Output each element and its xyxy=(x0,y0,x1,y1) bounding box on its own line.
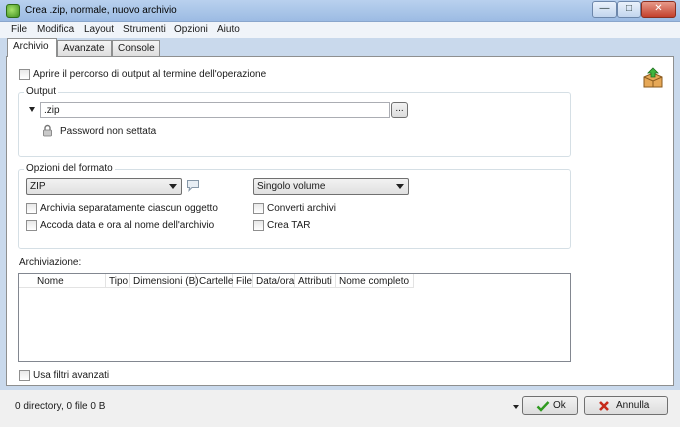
tab-archivio[interactable]: Archivio xyxy=(7,38,57,57)
column-header-attributi[interactable]: Attributi xyxy=(295,274,336,288)
output-path-input[interactable]: .zip xyxy=(40,102,390,118)
create-tar-checkbox[interactable] xyxy=(253,220,264,231)
app-icon xyxy=(6,4,20,18)
check-icon xyxy=(536,400,550,412)
column-header-dimensioni[interactable]: Dimensioni (B) xyxy=(130,274,199,288)
list-header: Nome Tipo Dimensioni (B) Cartelle File D… xyxy=(19,274,414,288)
menu-bar: File Modifica Layout Strumenti Opzioni A… xyxy=(0,22,680,38)
open-output-checkbox[interactable] xyxy=(19,69,30,80)
browse-button[interactable]: ... xyxy=(391,102,408,118)
column-header-nome[interactable]: Nome xyxy=(19,274,106,288)
format-options-legend: Opzioni del formato xyxy=(24,163,115,174)
archive-list[interactable]: Nome Tipo Dimensioni (B) Cartelle File D… xyxy=(18,273,571,362)
column-header-file[interactable]: File xyxy=(233,274,253,288)
menu-file[interactable]: File xyxy=(11,24,27,35)
window-title: Crea .zip, normale, nuovo archivio xyxy=(25,5,177,16)
output-legend: Output xyxy=(24,86,59,97)
open-output-label: Aprire il percorso di output al termine … xyxy=(33,69,267,80)
status-summary: 0 directory, 0 file 0 B xyxy=(15,401,106,412)
volume-select[interactable]: Singolo volume xyxy=(253,178,409,195)
chevron-down-icon xyxy=(169,184,177,189)
advanced-filters-label: Usa filtri avanzati xyxy=(33,370,110,381)
output-history-dropdown-icon[interactable] xyxy=(29,107,35,112)
ok-options-dropdown-icon[interactable] xyxy=(513,405,519,409)
close-button[interactable]: ✕ xyxy=(641,1,676,18)
cancel-button[interactable]: Annulla xyxy=(584,396,668,415)
add-archive-icon[interactable] xyxy=(641,67,665,91)
column-header-nome-completo[interactable]: Nome completo xyxy=(336,274,414,288)
column-header-data-ora[interactable]: Data/ora xyxy=(253,274,295,288)
comment-icon[interactable] xyxy=(186,179,200,192)
create-tar-label: Crea TAR xyxy=(267,220,311,231)
column-header-cartelle[interactable]: Cartelle xyxy=(196,274,233,288)
close-icon xyxy=(598,400,610,412)
convert-archives-label: Converti archivi xyxy=(267,203,336,214)
convert-archives-checkbox[interactable] xyxy=(253,203,264,214)
minimize-button[interactable]: — xyxy=(592,1,617,18)
menu-modifica[interactable]: Modifica xyxy=(37,24,74,35)
ok-button-label: Ok xyxy=(553,400,566,411)
tab-console[interactable]: Console xyxy=(112,40,160,56)
title-bar: Crea .zip, normale, nuovo archivio — □ ✕ xyxy=(0,0,680,22)
password-status: Password non settata xyxy=(60,126,157,137)
menu-opzioni[interactable]: Opzioni xyxy=(174,24,208,35)
tab-avanzate[interactable]: Avanzate xyxy=(57,40,112,56)
archive-separately-label: Archivia separatamente ciascun oggetto xyxy=(40,203,218,214)
status-bar: 0 directory, 0 file 0 B Ok Annulla xyxy=(0,390,680,427)
format-select-value: ZIP xyxy=(30,181,46,192)
menu-layout[interactable]: Layout xyxy=(84,24,114,35)
cancel-button-label: Annulla xyxy=(616,400,650,411)
format-select[interactable]: ZIP xyxy=(26,178,182,195)
append-date-checkbox[interactable] xyxy=(26,220,37,231)
chevron-down-icon xyxy=(396,184,404,189)
maximize-button[interactable]: □ xyxy=(617,1,641,18)
menu-aiuto[interactable]: Aiuto xyxy=(217,24,240,35)
lock-icon xyxy=(42,124,53,137)
ok-button[interactable]: Ok xyxy=(522,396,578,415)
archive-list-label: Archiviazione: xyxy=(19,257,82,268)
menu-strumenti[interactable]: Strumenti xyxy=(123,24,166,35)
advanced-filters-checkbox[interactable] xyxy=(19,370,30,381)
archive-separately-checkbox[interactable] xyxy=(26,203,37,214)
append-date-label: Accoda data e ora al nome dell'archivio xyxy=(40,220,215,231)
volume-select-value: Singolo volume xyxy=(257,181,326,192)
column-header-tipo[interactable]: Tipo xyxy=(106,274,130,288)
